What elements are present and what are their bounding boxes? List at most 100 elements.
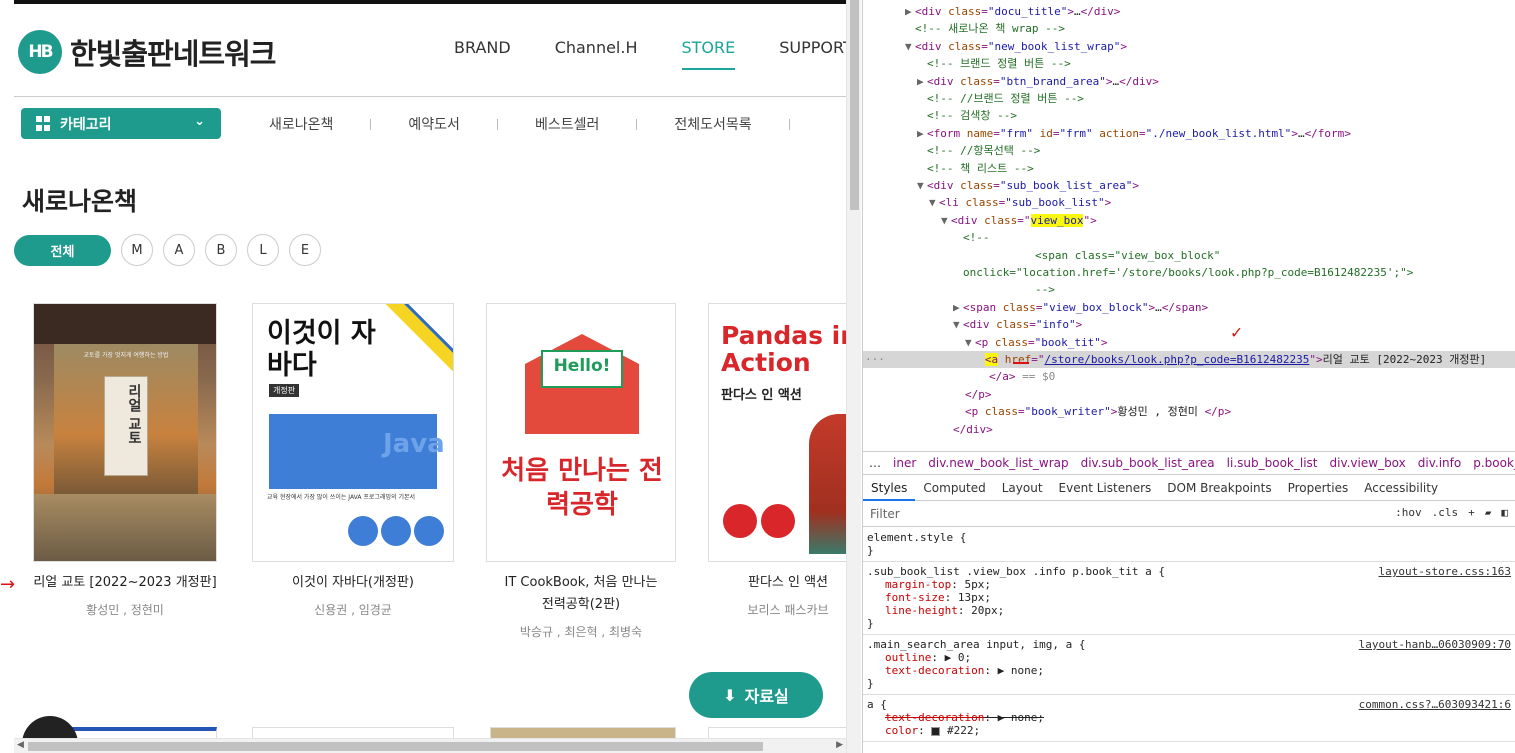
book-title[interactable]: 리얼 교토 [2022~2023 개정판]: [33, 572, 217, 594]
filter-l-button[interactable]: L: [247, 234, 279, 266]
book-item[interactable]: Hello! 처음 만나는 전력공학 IT CookBook, 처음 만나는 전…: [486, 303, 676, 640]
expand-toggle-icon[interactable]: ▶: [917, 73, 927, 90]
css-rule[interactable]: .sub_book_list .view_box .info p.book_ti…: [863, 562, 1515, 635]
styles-filter-input[interactable]: Filter: [870, 507, 1350, 521]
css-property[interactable]: color: #222;: [867, 724, 1512, 737]
dom-node-line[interactable]: ▶ <div class="btn_brand_area">…</div>: [917, 73, 1159, 90]
tab-event-listeners[interactable]: Event Listeners: [1051, 476, 1160, 501]
book-item[interactable]: 이것이 자바다 개정판 Java 교육 현장에서 가장 많이 쓰이는 JAVA …: [252, 303, 454, 618]
scroll-thumb[interactable]: [850, 0, 859, 210]
expand-toggle-icon[interactable]: ▶: [953, 299, 963, 316]
book-title[interactable]: 판다스 인 액션: [708, 572, 846, 594]
css-rule[interactable]: a {common.css?…603093421:6 text-decoratio…: [863, 695, 1515, 742]
filter-b-button[interactable]: B: [205, 234, 237, 266]
paint-icon[interactable]: ▰: [1485, 506, 1492, 519]
expand-toggle-icon[interactable]: ▼: [917, 177, 927, 194]
expand-toggle-icon[interactable]: ▶: [905, 3, 915, 20]
gnb-store[interactable]: STORE: [681, 38, 736, 70]
dom-node-line[interactable]: </p>: [965, 386, 992, 403]
breadcrumb-item[interactable]: iner: [893, 456, 916, 470]
book-cover[interactable]: 이것이 자바다 개정판 Java 교육 현장에서 가장 많이 쓰이는 JAVA …: [252, 303, 454, 562]
expand-toggle-icon[interactable]: ▼: [965, 334, 975, 351]
css-property[interactable]: text-decoration: ▶ none;: [867, 664, 1512, 677]
horizontal-scrollbar[interactable]: ◀ ▶: [14, 738, 846, 753]
css-property[interactable]: line-height: 20px;: [867, 604, 1512, 617]
css-rule[interactable]: element.style {}: [863, 528, 1515, 562]
book-title[interactable]: 이것이 자바다(개정판): [252, 572, 454, 594]
filter-a-button[interactable]: A: [163, 234, 195, 266]
dom-node-line[interactable]: <!-- 브랜드 정렬 버튼 -->: [917, 55, 1071, 72]
scroll-right-icon[interactable]: ▶: [836, 740, 843, 750]
dom-node-line[interactable]: ▼ <div class="info">: [953, 316, 1082, 333]
dom-node-line[interactable]: </div>: [953, 421, 993, 438]
filter-all-button[interactable]: 전체: [14, 234, 111, 266]
filter-e-button[interactable]: E: [289, 234, 321, 266]
href-link[interactable]: /store/books/look.php?p_code=B1612482235: [1045, 353, 1310, 366]
subnav-bestseller[interactable]: 베스트셀러: [535, 114, 599, 134]
book-title[interactable]: IT CookBook, 처음 만나는 전력공학(2판): [486, 572, 676, 616]
expand-toggle-icon[interactable]: ▼: [953, 316, 963, 333]
tab-layout[interactable]: Layout: [994, 476, 1051, 501]
dom-node-line[interactable]: ▼ <li class="sub_book_list">: [929, 194, 1111, 211]
css-source-link[interactable]: common.css?…603093421:6: [1359, 698, 1511, 711]
filter-m-button[interactable]: M: [121, 234, 153, 266]
dom-node-line[interactable]: ▶ <form name="frm" id="frm" action="./new…: [917, 125, 1351, 142]
category-button[interactable]: 카테고리 ⌄: [21, 108, 221, 139]
css-source-link[interactable]: layout-store.css:163: [1379, 565, 1511, 578]
tab-accessibility[interactable]: Accessibility: [1356, 476, 1446, 501]
scroll-left-icon[interactable]: ◀: [17, 740, 24, 750]
selected-dom-node[interactable]: ··· <a href="/store/books/look.php?p_code…: [863, 351, 1515, 368]
css-rule[interactable]: .main_search_area input, img, a {layout-…: [863, 635, 1515, 695]
tab-styles[interactable]: Styles: [863, 476, 916, 501]
book-item[interactable]: Pandas in Action 판다스 인 액션 판다스 인 액션 보리스 패…: [708, 303, 846, 618]
dom-node-line[interactable]: <!-- 새로나온 책 wrap -->: [905, 20, 1065, 37]
breadcrumb-item[interactable]: div.info: [1418, 456, 1461, 470]
breadcrumb-item[interactable]: li.sub_book_list: [1227, 456, 1318, 470]
gnb-support[interactable]: SUPPORT: [779, 38, 846, 70]
book-cover[interactable]: Hello! 처음 만나는 전력공학: [486, 303, 676, 562]
dom-node-line[interactable]: ▶ <span class="view_box_block">…</span>: [953, 299, 1208, 316]
css-property[interactable]: outline: ▶ 0;: [867, 651, 1512, 664]
dom-node-line[interactable]: <!-- 책 리스트 -->: [917, 160, 1034, 177]
breadcrumb-item[interactable]: div.new_book_list_wrap: [928, 456, 1068, 470]
site-logo[interactable]: HB 한빛출판네트워크: [18, 30, 276, 74]
tab-computed[interactable]: Computed: [915, 476, 993, 501]
book-item[interactable]: 리얼 교토 교토를 가장 멋지게 여행하는 방법 리얼 교토 [2022~202…: [33, 303, 217, 618]
dom-node-line[interactable]: ▼ <div class="new_book_list_wrap">: [905, 38, 1127, 55]
breadcrumb-item[interactable]: div.sub_book_list_area: [1081, 456, 1215, 470]
breadcrumb-item[interactable]: p.book_tit: [1473, 456, 1515, 470]
css-property[interactable]: margin-top: 5px;: [867, 578, 1512, 591]
dom-node-line[interactable]: <!-- //항목선택 -->: [917, 142, 1040, 159]
dom-node-line[interactable]: ▼ <div class="sub_book_list_area">: [917, 177, 1139, 194]
gnb-channel-h[interactable]: Channel.H: [555, 38, 638, 70]
download-button[interactable]: ⬇ 자료실: [689, 672, 823, 718]
vertical-scrollbar[interactable]: [846, 0, 861, 753]
dom-node-line[interactable]: ▼ <div class="view_box">: [941, 212, 1097, 229]
expand-toggle-icon[interactable]: ▶: [917, 125, 927, 142]
css-source-link[interactable]: layout-hanb…06030909:70: [1359, 638, 1511, 651]
breadcrumb-item[interactable]: div.view_box: [1330, 456, 1406, 470]
dom-node-line[interactable]: <!-- 검색창 -->: [917, 107, 1017, 124]
add-rule-icon[interactable]: +: [1468, 506, 1475, 519]
tab-properties[interactable]: Properties: [1280, 476, 1357, 501]
hov-toggle[interactable]: :hov: [1395, 506, 1422, 519]
tab-dom-breakpoints[interactable]: DOM Breakpoints: [1159, 476, 1279, 501]
css-property[interactable]: text-decoration: ▶ none;: [867, 711, 1512, 724]
subnav-preorder[interactable]: 예약도서: [408, 114, 460, 134]
dom-node-line[interactable]: ▶ <div class="docu_title">…</div>: [905, 3, 1120, 20]
gnb-brand[interactable]: BRAND: [454, 38, 511, 70]
cls-toggle[interactable]: .cls: [1432, 506, 1459, 519]
scroll-thumb[interactable]: [28, 742, 763, 751]
breadcrumb-more[interactable]: …: [869, 456, 881, 470]
dom-node-line[interactable]: ▼ <p class="book_tit">: [965, 334, 1107, 351]
subnav-new[interactable]: 새로나온책: [269, 114, 333, 134]
sidebar-toggle-icon[interactable]: ◧: [1501, 506, 1508, 519]
css-property[interactable]: font-size: 13px;: [867, 591, 1512, 604]
dom-node-line[interactable]: <p class="book_writer">황성민 , 정현미 </p>: [965, 403, 1231, 420]
book-cover[interactable]: 리얼 교토 교토를 가장 멋지게 여행하는 방법: [33, 303, 217, 562]
book-cover[interactable]: Pandas in Action 판다스 인 액션: [708, 303, 846, 562]
expand-toggle-icon[interactable]: ▼: [929, 194, 939, 211]
expand-toggle-icon[interactable]: ▼: [941, 212, 951, 229]
expand-toggle-icon[interactable]: ▼: [905, 38, 915, 55]
subnav-all-books[interactable]: 전체도서목록: [674, 114, 751, 134]
